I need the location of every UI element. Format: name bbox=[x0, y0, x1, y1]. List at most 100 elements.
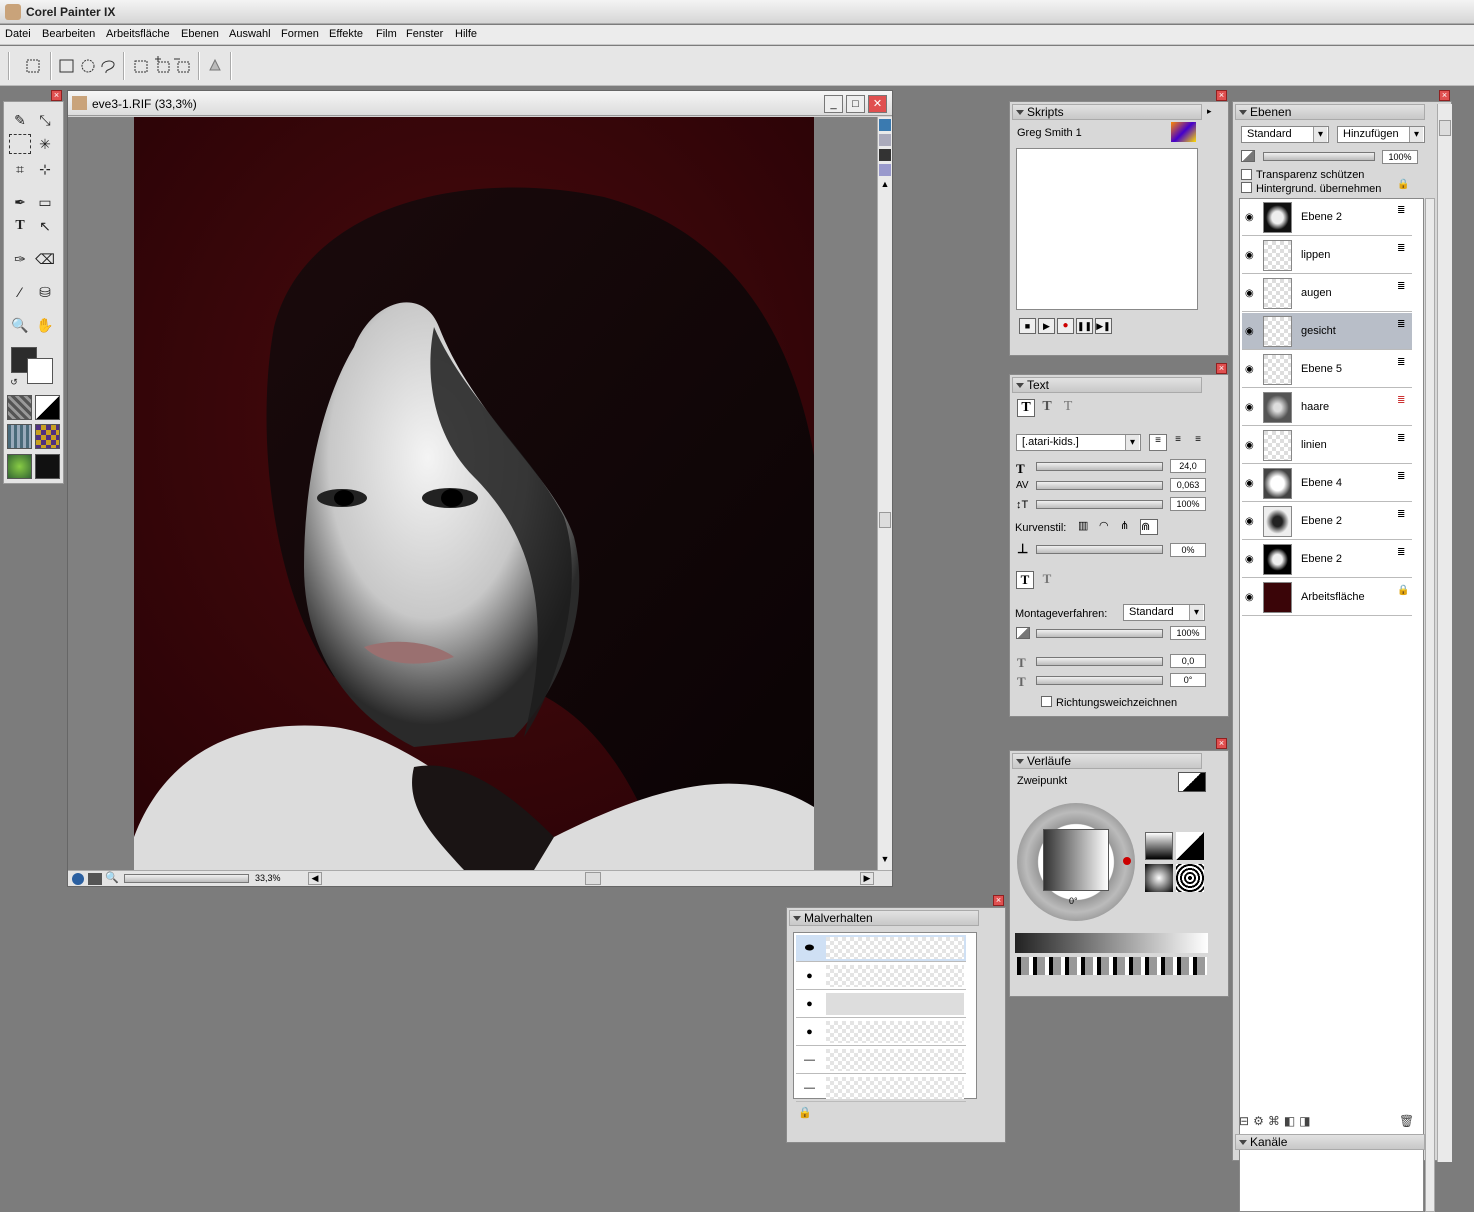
pen-tool-icon[interactable]: ✒ bbox=[9, 192, 31, 212]
eraser-icon[interactable]: ⌫ bbox=[34, 249, 56, 269]
paper-selector-icon[interactable] bbox=[7, 395, 32, 420]
reverse-gradient-icon[interactable] bbox=[1176, 832, 1204, 860]
stop-button[interactable]: ■ bbox=[1019, 318, 1036, 334]
eye-icon[interactable]: ◉ bbox=[1245, 250, 1254, 261]
layers-header[interactable]: Ebenen bbox=[1235, 104, 1425, 120]
layer-opacity-slider[interactable] bbox=[1263, 152, 1375, 161]
brush-behavior-close-icon[interactable]: × bbox=[993, 895, 1004, 906]
panel-column-scrollbar[interactable] bbox=[1437, 104, 1452, 1162]
layer-opacity-value[interactable]: 100% bbox=[1382, 150, 1418, 164]
text-style-shadow-icon[interactable]: T bbox=[1038, 399, 1056, 417]
menu-effekte[interactable]: Effekte bbox=[329, 28, 363, 40]
layer-commands-icon[interactable]: ⊟ bbox=[1239, 1114, 1253, 1128]
eye-icon[interactable]: ◉ bbox=[1245, 212, 1254, 223]
drawing-mode-icon[interactable] bbox=[88, 873, 102, 885]
text-close-icon[interactable]: × bbox=[1216, 363, 1227, 374]
tracking-value[interactable]: 0,063 bbox=[1170, 478, 1206, 492]
magic-wand-icon[interactable]: ✳ bbox=[34, 134, 56, 154]
nozzle-selector-icon[interactable] bbox=[7, 454, 32, 479]
pause-button[interactable]: ❚❚ bbox=[1076, 318, 1093, 334]
maximize-button[interactable]: □ bbox=[846, 95, 865, 113]
layer-row[interactable]: ◉ Ebene 2 ≣ bbox=[1242, 503, 1412, 540]
panel-menu-icon[interactable]: ▸ bbox=[1207, 106, 1220, 119]
rectangle-shape-icon[interactable]: ▭ bbox=[34, 192, 56, 212]
radial-gradient-icon[interactable] bbox=[1145, 864, 1173, 892]
scroll-left-icon[interactable]: ◀ bbox=[308, 872, 322, 885]
gradient-order-strip[interactable] bbox=[1017, 957, 1207, 975]
text-shadow-icon[interactable]: T bbox=[1038, 571, 1056, 589]
layer-mask-icon[interactable]: ◧ bbox=[1284, 1114, 1299, 1128]
rect-select-tool-icon[interactable] bbox=[22, 55, 44, 77]
brush-tool-icon[interactable]: ✎ bbox=[9, 110, 31, 130]
gradients-close-icon[interactable]: × bbox=[1216, 738, 1227, 749]
lasso-icon[interactable] bbox=[97, 55, 119, 77]
curve-bend-icon[interactable]: ⋒ bbox=[1140, 519, 1158, 535]
menu-bearbeiten[interactable]: Bearbeiten bbox=[42, 28, 95, 40]
layer-row-selected[interactable]: ◉ gesicht ≣ bbox=[1242, 313, 1412, 350]
rect-selection-icon[interactable] bbox=[56, 55, 78, 77]
layer-mode-select[interactable]: Hinzufügen bbox=[1337, 126, 1425, 143]
layer-options-icon[interactable]: ⌘ bbox=[1268, 1114, 1284, 1128]
record-button[interactable]: ● bbox=[1057, 318, 1074, 334]
gradients-header[interactable]: Verläufe bbox=[1012, 753, 1202, 769]
align-right-icon[interactable]: ≡ bbox=[1189, 434, 1207, 451]
eye-icon[interactable]: ◉ bbox=[1245, 364, 1254, 375]
text-style-plain-icon[interactable]: T bbox=[1017, 399, 1035, 417]
layer-row[interactable]: ◉ augen ≣ bbox=[1242, 275, 1412, 312]
new-layer-icon[interactable]: ◨ bbox=[1299, 1114, 1314, 1128]
paint-bucket-icon[interactable]: ⛁ bbox=[34, 282, 56, 302]
curve-stretch-icon[interactable]: ⋔ bbox=[1120, 519, 1138, 535]
eye-icon[interactable]: ◉ bbox=[1245, 554, 1254, 565]
eye-icon[interactable]: ◉ bbox=[1245, 592, 1254, 603]
menu-arbeitsflaeche[interactable]: Arbeitsfläche bbox=[106, 28, 170, 40]
menu-ebenen[interactable]: Ebenen bbox=[181, 28, 219, 40]
eye-icon[interactable]: ◉ bbox=[1245, 288, 1254, 299]
menu-formen[interactable]: Formen bbox=[281, 28, 319, 40]
tracing-icon[interactable] bbox=[879, 164, 891, 176]
leading-slider[interactable] bbox=[1036, 500, 1163, 509]
text-header[interactable]: Text bbox=[1012, 377, 1202, 393]
scroll-up-icon[interactable]: ▲ bbox=[879, 179, 891, 191]
dropper-brush-icon[interactable]: ✑ bbox=[9, 249, 31, 269]
list-item[interactable]: — bbox=[796, 1047, 966, 1074]
layer-row[interactable]: ◉ haare ≣ bbox=[1242, 389, 1412, 426]
zoom-slider[interactable] bbox=[124, 874, 249, 883]
layer-row[interactable]: ◉ Arbeitsfläche 🔒 bbox=[1242, 579, 1412, 616]
toolbox-close-icon[interactable]: × bbox=[51, 90, 62, 101]
script-name[interactable]: Greg Smith 1 bbox=[1017, 127, 1082, 139]
script-list[interactable] bbox=[1016, 148, 1198, 310]
layer-row[interactable]: ◉ Ebene 2 ≣ bbox=[1242, 541, 1412, 578]
list-item[interactable]: ⬬ bbox=[796, 935, 966, 962]
font-select[interactable]: [.atari-kids.] bbox=[1016, 434, 1141, 451]
menu-hilfe[interactable]: Hilfe bbox=[455, 28, 477, 40]
close-button[interactable]: ✕ bbox=[868, 95, 887, 113]
leading-value[interactable]: 100% bbox=[1170, 497, 1206, 511]
layer-row[interactable]: ◉ lippen ≣ bbox=[1242, 237, 1412, 274]
text-fill-icon[interactable]: T bbox=[1016, 571, 1034, 589]
brush-behavior-list[interactable]: ⬬ ● ● ● — — bbox=[793, 932, 977, 1102]
layer-adjuster-tool-icon[interactable]: ⤡ bbox=[34, 110, 56, 130]
composite-method-select[interactable]: Standard bbox=[1123, 604, 1205, 621]
align-left-icon[interactable]: ≡ bbox=[1149, 434, 1167, 451]
script-thumb-icon[interactable] bbox=[1171, 122, 1196, 142]
curve-slider[interactable] bbox=[1036, 545, 1163, 554]
preserve-transparency-checkbox[interactable] bbox=[1241, 169, 1252, 180]
lock-icon[interactable]: 🔒 bbox=[798, 1106, 812, 1119]
menu-film[interactable]: Film bbox=[376, 28, 397, 40]
eyedropper-icon[interactable]: ⁄ bbox=[9, 282, 31, 302]
brush-behavior-header[interactable]: Malverhalten bbox=[789, 910, 979, 926]
eye-icon[interactable]: ◉ bbox=[1245, 516, 1254, 527]
shadow-offset-slider[interactable] bbox=[1036, 657, 1163, 666]
dynamic-plugins-icon[interactable]: ⚙ bbox=[1253, 1114, 1268, 1128]
font-size-value[interactable]: 24,0 bbox=[1170, 459, 1206, 473]
vertical-scrollbar[interactable]: ▲ ▼ bbox=[877, 117, 892, 870]
spiral-gradient-icon[interactable] bbox=[1176, 864, 1204, 892]
color-mode-icon[interactable] bbox=[879, 149, 891, 161]
step-button[interactable]: ▶❚ bbox=[1095, 318, 1112, 334]
curve-flat-icon[interactable]: ▥ bbox=[1078, 519, 1096, 535]
menu-auswahl[interactable]: Auswahl bbox=[229, 28, 271, 40]
pattern-selector-icon[interactable] bbox=[7, 424, 32, 449]
eye-icon[interactable]: ◉ bbox=[1245, 440, 1254, 451]
scroll-right-icon[interactable]: ▶ bbox=[860, 872, 874, 885]
text-style-outline-icon[interactable]: T bbox=[1059, 399, 1077, 417]
